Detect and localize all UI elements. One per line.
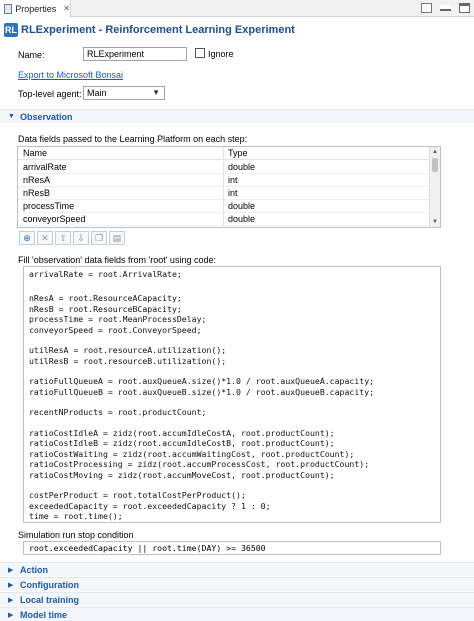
section-label: Local training [20, 594, 80, 605]
scroll-down-icon[interactable]: ▼ [430, 217, 440, 227]
code-line: processTime = root.MeanProcessDelay; [29, 314, 207, 324]
code-line: ratioCostMoving = zidz(root.accumMoveCos… [29, 469, 335, 480]
section-label: Observation [20, 111, 73, 122]
section-label: Action [20, 564, 48, 575]
cell-type[interactable]: int [228, 188, 238, 198]
delete-row-icon[interactable]: ✕ [37, 231, 53, 245]
column-divider [223, 147, 224, 160]
section-label: Configuration [20, 579, 79, 590]
fill-caption: Fill 'observation' data fields from 'roo… [18, 255, 216, 265]
column-header-name[interactable]: Name [23, 148, 47, 158]
maximize-icon[interactable] [459, 3, 470, 13]
properties-icon [4, 3, 13, 14]
top-agent-label: Top-level agent: [18, 89, 82, 99]
ignore-label: Ignore [208, 49, 234, 59]
name-field[interactable]: RLExperiment [83, 47, 187, 61]
fields-caption: Data fields passed to the Learning Platf… [18, 134, 248, 144]
cell-type[interactable]: double [228, 162, 255, 172]
column-divider [223, 213, 224, 226]
page-title: RLExperiment - Reinforcement Learning Ex… [21, 24, 295, 36]
code-line: recentNProducts = root.productCount; [29, 407, 207, 417]
code-line: utilResB = root.resourceB.utilization(); [29, 355, 227, 366]
cell-type[interactable]: int [228, 175, 238, 185]
column-divider [223, 174, 224, 187]
chevron-down-icon: ▼ [152, 88, 160, 97]
table-row[interactable]: nResB int [18, 187, 430, 200]
move-up-icon[interactable]: ⇧ [55, 231, 71, 245]
section-model-time[interactable]: ▶ Model time [0, 607, 474, 621]
minimize-icon[interactable] [440, 5, 451, 11]
code-line: conveyorSpeed = root.ConveyorSpeed; [29, 324, 202, 335]
tab-properties[interactable]: Properties ✕ [0, 0, 71, 18]
section-action[interactable]: ▶ Action [0, 562, 474, 576]
tab-label: Properties [15, 3, 57, 14]
column-divider [223, 161, 224, 174]
cell-type[interactable]: double [228, 201, 255, 211]
table-scrollbar[interactable]: ▲ ▼ [429, 147, 440, 227]
name-label: Name: [18, 50, 45, 60]
scroll-up-icon[interactable]: ▲ [430, 147, 440, 157]
cell-type[interactable]: double [228, 214, 255, 224]
table-toolbar: ⊕ ✕ ⇧ ⇩ ❐ ▤ [19, 231, 125, 245]
code-line: ratioFullQueueB = root.auxQueueB.size()*… [29, 386, 375, 397]
code-line: ratioCostProcessing = zidz(root.accumPro… [29, 459, 370, 469]
table-row[interactable]: nResA int [18, 174, 430, 187]
cell-name[interactable]: conveyorSpeed [23, 214, 86, 224]
chevron-right-icon: ▶ [8, 596, 14, 604]
section-local-training[interactable]: ▶ Local training [0, 592, 474, 606]
code-line: ratioFullQueueA = root.auxQueueA.size()*… [29, 376, 375, 386]
view-menu-icon[interactable] [421, 3, 432, 13]
section-configuration[interactable]: ▶ Configuration [0, 577, 474, 591]
paste-icon[interactable]: ▤ [109, 231, 125, 245]
code-line: ratioCostIdleA = zidz(root.accumIdleCost… [29, 427, 335, 438]
section-label: Model time [20, 609, 68, 620]
cell-name[interactable]: nResA [23, 175, 50, 185]
column-header-type[interactable]: Type [228, 148, 248, 158]
cell-name[interactable]: nResB [23, 188, 50, 198]
column-divider [223, 187, 224, 200]
column-divider [223, 200, 224, 213]
cell-name[interactable]: arrivalRate [23, 162, 67, 172]
scroll-thumb[interactable] [432, 158, 438, 172]
data-fields-table: Name Type arrivalRate double nResA int n… [17, 146, 441, 228]
code-line: time = root.time(); [29, 511, 123, 521]
chevron-down-icon: ▼ [8, 113, 15, 120]
rl-experiment-icon: RL [4, 23, 18, 37]
chevron-right-icon: ▶ [8, 581, 14, 589]
code-line: utilResA = root.resourceA.utilization(); [29, 345, 227, 355]
view-toolbar [421, 3, 470, 13]
add-row-icon[interactable]: ⊕ [19, 231, 35, 245]
stop-condition-field[interactable]: root.exceededCapacity || root.time(DAY) … [23, 541, 441, 555]
section-observation[interactable]: ▼ Observation [0, 109, 474, 123]
code-line: nResB = root.ResourceBCapacity; [29, 303, 182, 314]
stop-caption: Simulation run stop condition [18, 530, 134, 540]
top-agent-select[interactable]: Main ▼ [83, 86, 165, 100]
code-line: ratioCostWaiting = zidz(root.accumWaitin… [29, 448, 355, 459]
table-row[interactable]: conveyorSpeed double [18, 213, 430, 226]
code-line: arrivalRate = root.ArrivalRate; [29, 269, 182, 279]
table-row[interactable]: processTime double [18, 200, 430, 213]
top-agent-value: Main [87, 88, 107, 98]
tab-bar: Properties ✕ [0, 0, 474, 18]
code-line: costPerProduct = root.totalCostPerProduc… [29, 490, 246, 500]
cell-name[interactable]: processTime [23, 201, 74, 211]
code-line: ratioCostIdleB = zidz(root.accumIdleCost… [29, 438, 335, 448]
table-row[interactable]: arrivalRate double [18, 161, 430, 174]
export-bonsai-link[interactable]: Export to Microsoft Bonsai [18, 70, 123, 80]
close-icon[interactable]: ✕ [63, 4, 70, 13]
chevron-right-icon: ▶ [8, 611, 14, 619]
table-header: Name Type [18, 147, 430, 160]
code-line: exceededCapacity = root.exceededCapacity… [29, 500, 271, 511]
observation-code-editor[interactable]: arrivalRate = root.ArrivalRate; nResA = … [23, 266, 441, 523]
properties-header: RL RLExperiment - Reinforcement Learning… [0, 18, 474, 42]
code-line: nResA = root.ResourceACapacity; [29, 293, 182, 303]
chevron-right-icon: ▶ [8, 566, 14, 574]
ignore-checkbox[interactable] [195, 48, 205, 58]
move-down-icon[interactable]: ⇩ [73, 231, 89, 245]
copy-icon[interactable]: ❐ [91, 231, 107, 245]
